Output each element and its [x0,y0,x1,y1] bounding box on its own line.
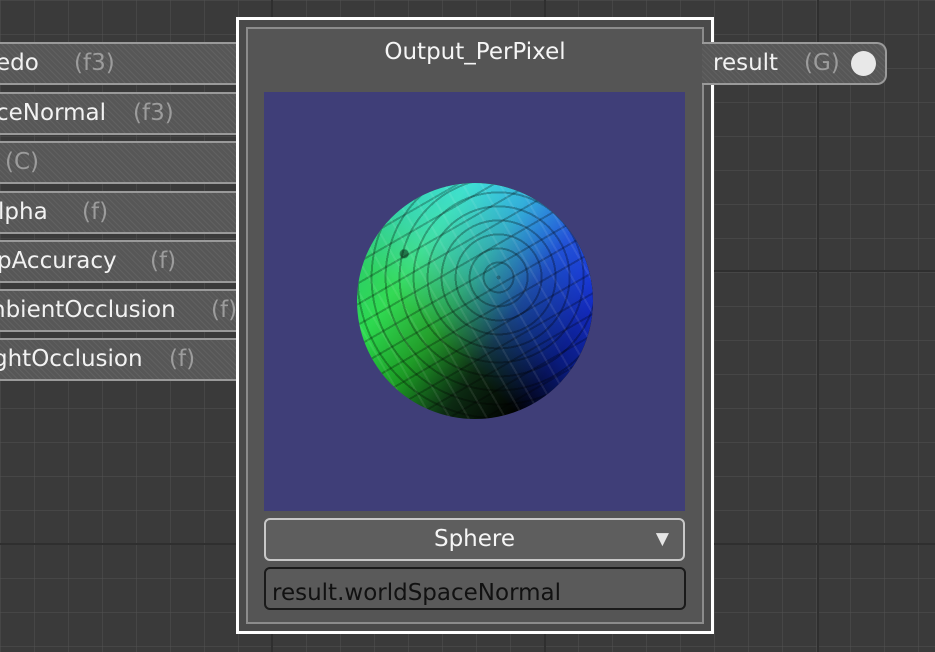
pin-label: result [713,50,779,76]
pin-label: ceNormal [0,100,107,126]
dropdown-selected-value: Sphere [433,526,516,552]
input-pin-albedo[interactable]: edo (f3) [0,42,250,85]
chevron-down-icon: ▼ [655,529,669,549]
pin-label: pAccuracy [0,248,117,274]
output-pin-result[interactable]: result (G) [702,42,887,85]
input-pin-ambient-occlusion[interactable]: nbientOcclusion (f) [0,289,250,332]
pin-label: ghtOcclusion [0,346,143,372]
pin-type: (G) [804,50,840,76]
input-pin-light-occlusion[interactable]: ghtOcclusion (f) [0,338,250,381]
pin-type: (f3) [133,100,174,126]
input-pin-world-space-normal[interactable]: ceNormal (f3) [0,92,250,135]
preview-shape-dropdown[interactable]: Sphere ▼ [264,518,685,561]
pin-type: (C) [5,149,40,175]
output-pin-dot-icon[interactable] [851,51,876,76]
pin-type: (f3) [74,50,115,76]
node-title: Output_PerPixel [384,39,566,65]
preview-viewport[interactable] [264,92,685,511]
input-pin-alpha[interactable]: lpha (f) [0,191,250,234]
pin-label: edo [0,50,39,76]
preview-sphere [357,183,593,419]
pin-type: (f) [150,248,177,274]
pin-type: (f) [211,297,238,323]
pin-type: (f) [169,346,196,372]
pin-label: nbientOcclusion [0,297,176,323]
pin-label: lpha [0,199,48,225]
input-pin-map-accuracy[interactable]: pAccuracy (f) [0,240,250,283]
expression-field[interactable]: result.worldSpaceNormal [264,567,686,610]
pin-type: (f) [82,199,109,225]
input-pin-color[interactable]: (C) [0,141,250,184]
